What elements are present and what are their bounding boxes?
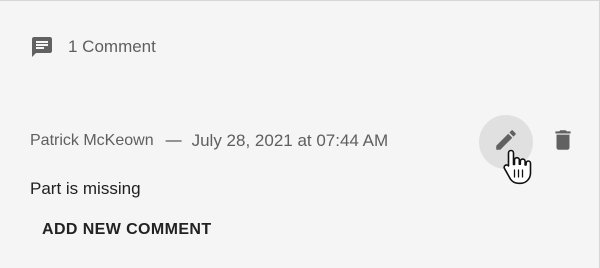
comment-author: Patrick McKeown [30,132,154,149]
comment-body: Part is missing [30,179,141,198]
edit-comment-button[interactable] [479,115,533,169]
trash-icon [550,125,576,160]
comments-count-header: 1 Comment [30,35,156,59]
delete-comment-button[interactable] [547,124,579,160]
meta-separator: — [165,132,182,149]
comment-timestamp: July 28, 2021 at 07:44 AM [191,131,389,150]
pencil-icon [493,127,519,158]
comment-icon [30,35,54,59]
comment-meta: Patrick McKeown — July 28, 2021 at 07:44… [30,123,388,159]
add-new-comment-button[interactable]: ADD NEW COMMENT [30,213,224,247]
comments-count-label: 1 Comment [68,37,156,56]
comments-panel: 1 Comment Patrick McKeown — July 28, 202… [0,0,600,268]
